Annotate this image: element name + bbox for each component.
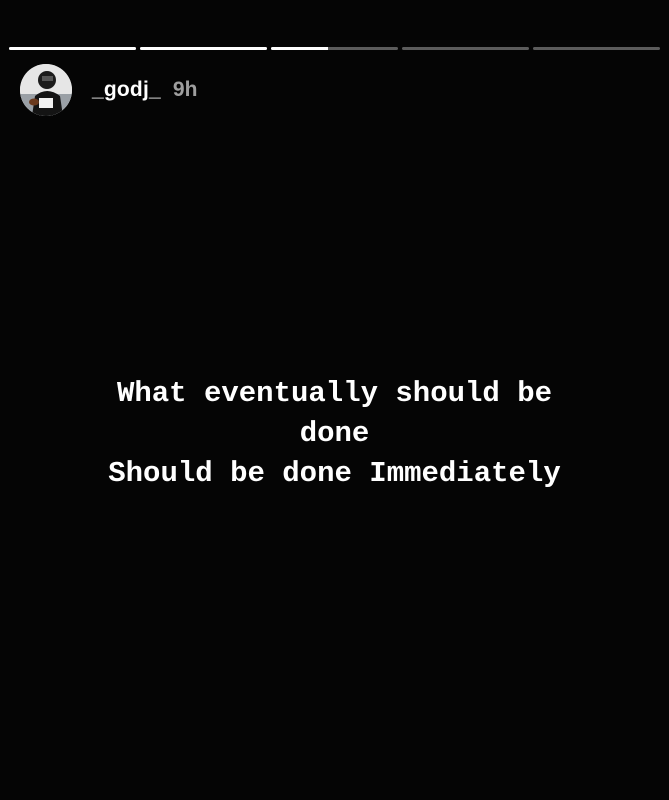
story-text-line: What eventually should be: [116, 377, 553, 410]
story-text: What eventually should be done Should be…: [0, 374, 669, 494]
progress-fill: [271, 47, 329, 50]
progress-segment: [9, 47, 136, 50]
progress-segment: [533, 47, 660, 50]
progress-segment: [271, 47, 398, 50]
username[interactable]: _godj_: [92, 78, 161, 102]
story-timestamp: 9h: [172, 78, 198, 101]
user-avatar-icon[interactable]: [20, 64, 72, 116]
progress-segment: [140, 47, 267, 50]
story-progress-bar: [9, 47, 660, 50]
progress-segment: [402, 47, 529, 50]
story-text-line: Should be done Immediately: [108, 457, 561, 490]
progress-fill: [140, 47, 267, 50]
story-text-line: done: [299, 417, 370, 450]
story-viewer[interactable]: _godj_ 9h What eventually should be done…: [0, 0, 669, 800]
story-header: _godj_ 9h: [20, 64, 197, 116]
progress-fill: [9, 47, 136, 50]
